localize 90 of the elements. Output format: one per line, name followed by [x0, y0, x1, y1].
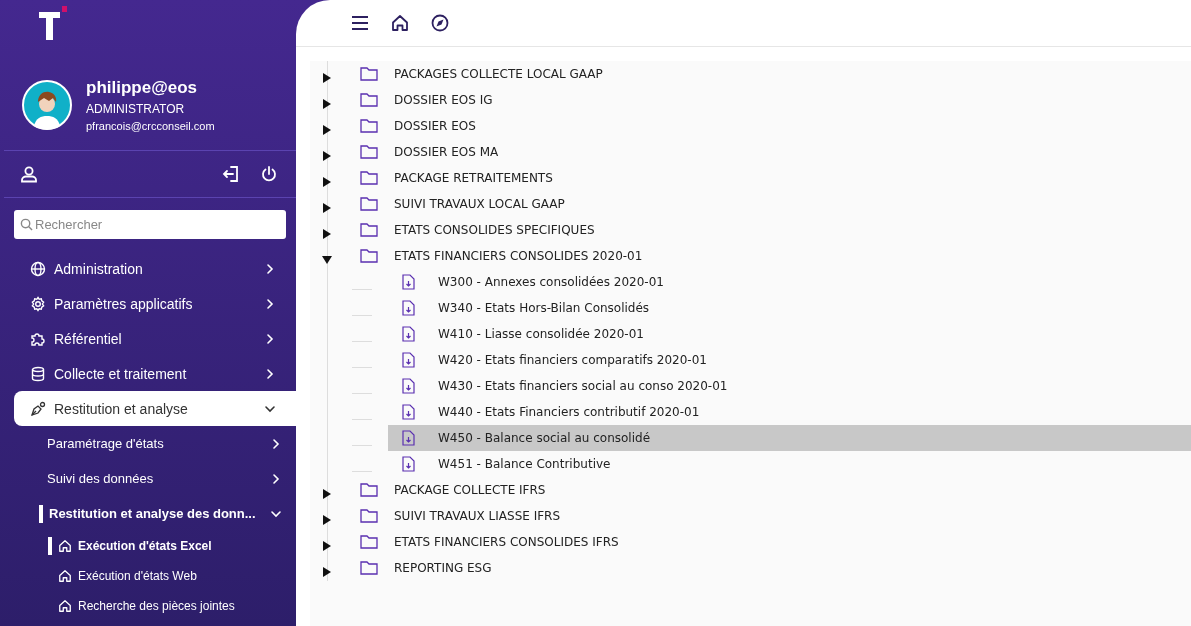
folder-icon [360, 509, 378, 523]
chevron-right-icon [264, 367, 276, 380]
file-download-icon [402, 274, 415, 290]
nav-leaf-item[interactable]: Exécution d'états Excel [4, 531, 296, 561]
tree-item[interactable]: ETATS FINANCIERS CONSOLIDES 2020-01 [394, 249, 647, 263]
tree-item[interactable]: PACKAGE RETRAITEMENTS [394, 171, 557, 185]
gear-icon [30, 295, 46, 312]
expand-arrow-icon[interactable] [323, 229, 331, 239]
tree-item[interactable]: PACKAGES COLLECTE LOCAL GAAP [394, 67, 607, 81]
compass-icon[interactable] [431, 14, 449, 32]
file-download-icon [402, 456, 415, 472]
expand-arrow-icon[interactable] [323, 489, 331, 499]
avatar-icon [22, 80, 72, 130]
nav-subitem[interactable]: Restitution et analyse des donn... [4, 496, 296, 531]
search-field[interactable]: Rechercher [14, 210, 286, 239]
chevron-right-icon [264, 332, 276, 345]
user-icon[interactable] [20, 165, 38, 183]
user-role: ADMINISTRATOR [86, 102, 186, 116]
expand-arrow-icon[interactable] [323, 99, 331, 109]
home-icon[interactable] [391, 14, 409, 32]
tree-item[interactable]: W410 - Liasse consolidée 2020-01 [388, 321, 1191, 347]
globe-icon [30, 260, 46, 277]
nav-item[interactable]: Administration [14, 251, 296, 286]
tree-item[interactable]: PACKAGE COLLECTE IFRS [394, 483, 550, 497]
tree-item[interactable]: W340 - Etats Hors-Bilan Consolidés [388, 295, 1191, 321]
user-name: philippe@eos [86, 78, 199, 98]
folder-icon [360, 171, 378, 185]
logo-icon [37, 6, 67, 42]
tree-item[interactable]: DOSSIER EOS IG [394, 93, 497, 107]
tree-item[interactable]: ETATS CONSOLIDES SPECIFIQUES [394, 223, 599, 237]
chevron-right-icon [264, 262, 276, 275]
folder-icon [360, 119, 378, 133]
file-download-icon [402, 404, 415, 420]
database-icon [30, 365, 46, 382]
expand-arrow-icon[interactable] [323, 151, 331, 161]
folder-icon [360, 561, 378, 575]
folder-icon [360, 197, 378, 211]
nav-item[interactable]: Collecte et traitement [14, 356, 296, 391]
power-icon[interactable] [260, 165, 278, 183]
home-icon [58, 599, 72, 613]
expand-arrow-icon[interactable] [323, 125, 331, 135]
file-download-icon [402, 326, 415, 342]
file-download-icon [402, 430, 415, 446]
nav-subitem[interactable]: Suivi des données [4, 461, 296, 496]
folder-icon [360, 67, 378, 81]
folder-icon [360, 535, 378, 549]
file-download-icon [402, 300, 415, 316]
nav-leaf-item[interactable]: Exécution d'états Web [4, 561, 296, 591]
chevron-right-icon [270, 437, 282, 450]
tree-item[interactable]: W430 - Etats financiers social au conso 2020-01 [388, 373, 1191, 399]
collapse-arrow-icon[interactable] [322, 256, 332, 264]
tree-item[interactable]: W450 - Balance social au consolidé [388, 425, 1191, 451]
home-icon [58, 539, 72, 553]
pen-icon [30, 400, 46, 417]
chevron-right-icon [264, 297, 276, 310]
tree-item[interactable]: REPORTING ESG [394, 561, 496, 575]
chevron-right-icon [270, 472, 282, 485]
search-icon [20, 218, 33, 231]
expand-arrow-icon[interactable] [323, 203, 331, 213]
expand-arrow-icon[interactable] [323, 515, 331, 525]
folder-icon [360, 223, 378, 237]
tree-item[interactable]: W420 - Etats financiers comparatifs 2020-01 [388, 347, 1191, 373]
logout-icon[interactable] [222, 165, 240, 183]
user-email: pfrancois@crcconseil.com [86, 120, 215, 132]
tree-item[interactable]: SUIVI TRAVAUX LOCAL GAAP [394, 197, 569, 211]
expand-arrow-icon[interactable] [323, 541, 331, 551]
tree-item[interactable]: DOSSIER EOS MA [394, 145, 503, 159]
folder-icon [360, 483, 378, 497]
folder-icon [360, 145, 378, 159]
tree-item[interactable]: ETATS FINANCIERS CONSOLIDES IFRS [394, 535, 623, 549]
expand-arrow-icon[interactable] [323, 567, 331, 577]
expand-arrow-icon[interactable] [323, 177, 331, 187]
folder-icon [360, 93, 378, 107]
home-icon [58, 569, 72, 583]
nav-leaf-item[interactable]: Recherche des pièces jointes [4, 591, 296, 621]
folder-icon [360, 249, 378, 263]
tree-item[interactable]: DOSSIER EOS [394, 119, 480, 133]
nav-item[interactable]: Référentiel [14, 321, 296, 356]
file-download-icon [402, 352, 415, 368]
menu-icon[interactable] [351, 15, 369, 31]
nav-item[interactable]: Paramètres applicatifs [14, 286, 296, 321]
tree-item[interactable]: W451 - Balance Contributive [388, 451, 1191, 477]
nav-subitem[interactable]: Paramétrage d'états [4, 426, 296, 461]
file-download-icon [402, 378, 415, 394]
tree-item[interactable]: W300 - Annexes consolidées 2020-01 [388, 269, 1191, 295]
nav-item[interactable]: Restitution et analyse [14, 391, 296, 426]
tree-item[interactable]: W440 - Etats Financiers contributif 2020-01 [388, 399, 1191, 425]
puzzle-icon [30, 330, 46, 347]
tree-item[interactable]: SUIVI TRAVAUX LIASSE IFRS [394, 509, 565, 523]
expand-arrow-icon[interactable] [323, 73, 331, 83]
